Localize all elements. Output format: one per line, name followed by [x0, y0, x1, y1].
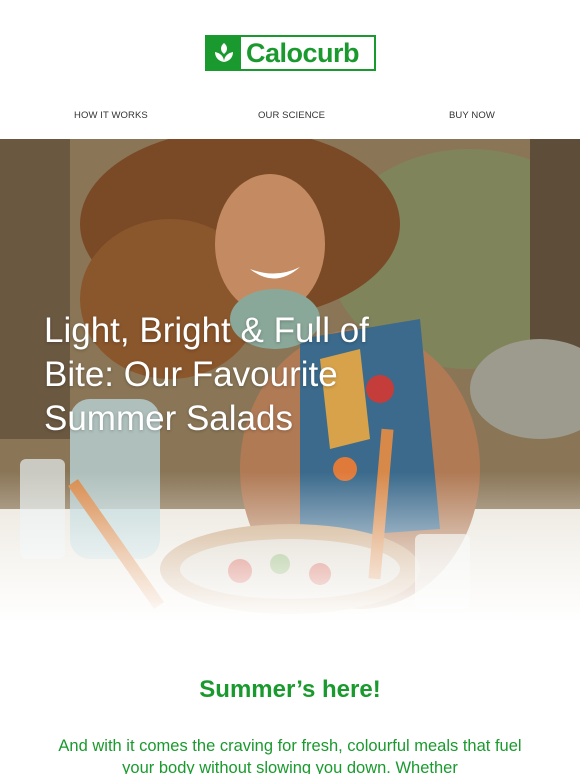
hero-title: Light, Bright & Full of Bite: Our Favour… [44, 311, 369, 438]
nav-our-science[interactable]: OUR SCIENCE [258, 110, 325, 121]
email-header: Calocurb HOW IT WORKS OUR SCIENCE BUY NO… [0, 0, 580, 139]
nav-buy-now[interactable]: BUY NOW [449, 110, 495, 121]
leaf-logo-icon [207, 37, 241, 69]
intro-heading: Summer’s here! [199, 676, 381, 703]
intro-body: And with it comes the craving for fresh,… [58, 737, 522, 774]
hero-banner[interactable]: Light, Bright & Full of Bite: Our Favour… [0, 139, 580, 622]
brand-name: Calocurb [246, 38, 360, 68]
nav-how-it-works[interactable]: HOW IT WORKS [74, 110, 148, 121]
main-nav: HOW IT WORKS OUR SCIENCE BUY NOW [0, 110, 580, 124]
brand-logo[interactable]: Calocurb [205, 35, 376, 71]
hero-fade-overlay [0, 472, 580, 622]
